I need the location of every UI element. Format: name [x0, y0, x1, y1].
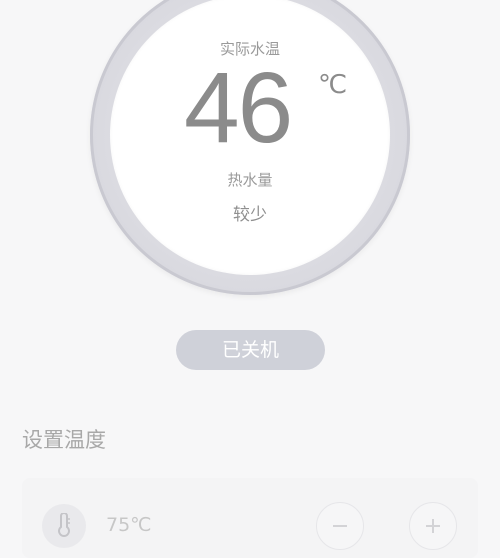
set-temperature-title: 设置温度 [22, 428, 106, 452]
decrease-temperature-button[interactable] [316, 502, 364, 550]
increase-temperature-button[interactable] [409, 502, 457, 550]
actual-temp-value: 46 [184, 52, 293, 164]
thermometer-icon [42, 504, 86, 548]
minus-icon [333, 525, 347, 527]
temp-unit: ℃ [318, 70, 348, 100]
water-amount-label: 热水量 [227, 171, 273, 189]
water-amount-value: 较少 [233, 205, 267, 225]
plus-icon [426, 519, 440, 533]
power-button[interactable]: 已关机 [176, 330, 325, 370]
